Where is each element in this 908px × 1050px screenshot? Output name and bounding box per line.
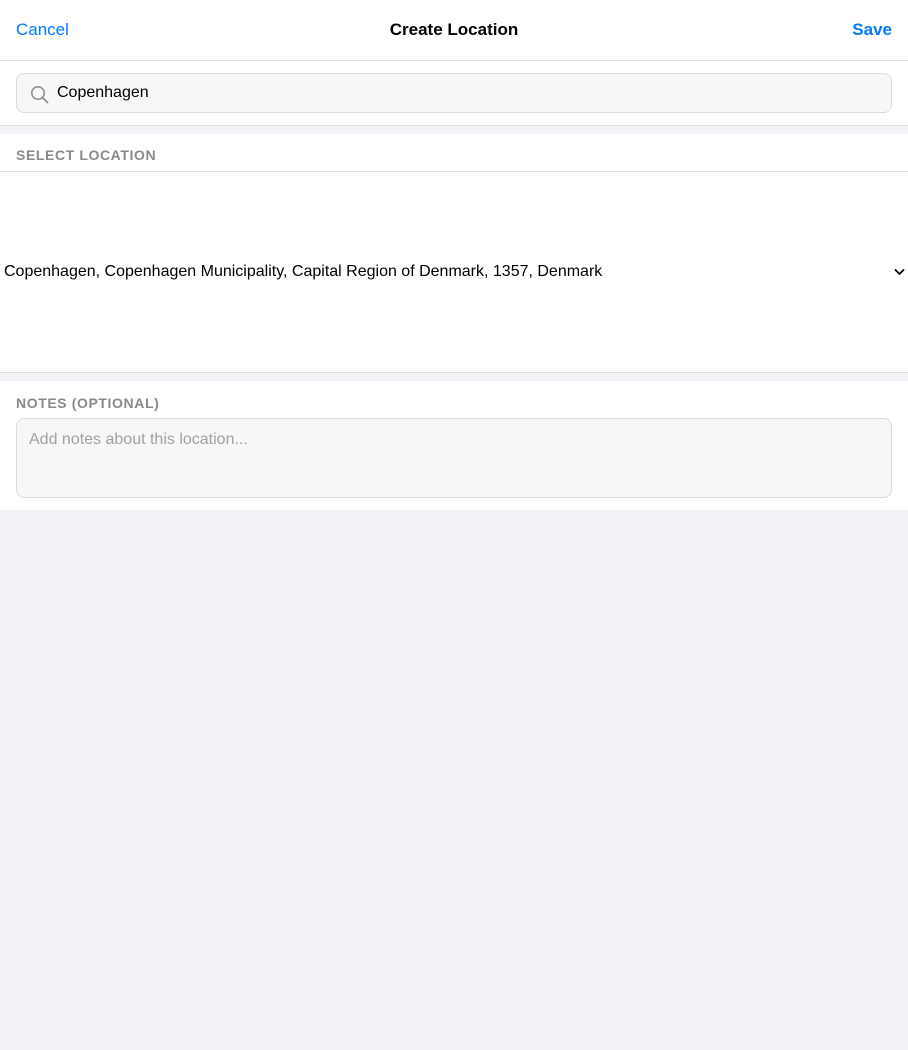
notes-section: NOTES (OPTIONAL)	[0, 381, 908, 510]
select-location-header: SELECT LOCATION	[16, 147, 157, 163]
navigation-bar: Cancel Create Location Save	[0, 0, 908, 61]
notes-textarea[interactable]	[16, 418, 892, 498]
search-field[interactable]	[16, 73, 892, 113]
search-input[interactable]	[57, 74, 877, 112]
notes-header: NOTES (OPTIONAL)	[16, 395, 160, 411]
chevron-down-icon	[894, 269, 905, 275]
save-button[interactable]: Save	[852, 19, 892, 41]
location-select-value: Copenhagen, Copenhagen Municipality, Cap…	[4, 263, 603, 280]
page-title: Create Location	[389, 20, 519, 39]
select-location-section: SELECT LOCATION Copenhagen, Copenhagen M…	[0, 134, 908, 373]
search-section	[0, 61, 908, 126]
search-icon	[31, 86, 49, 104]
location-select[interactable]: Copenhagen, Copenhagen Municipality, Cap…	[0, 172, 908, 372]
